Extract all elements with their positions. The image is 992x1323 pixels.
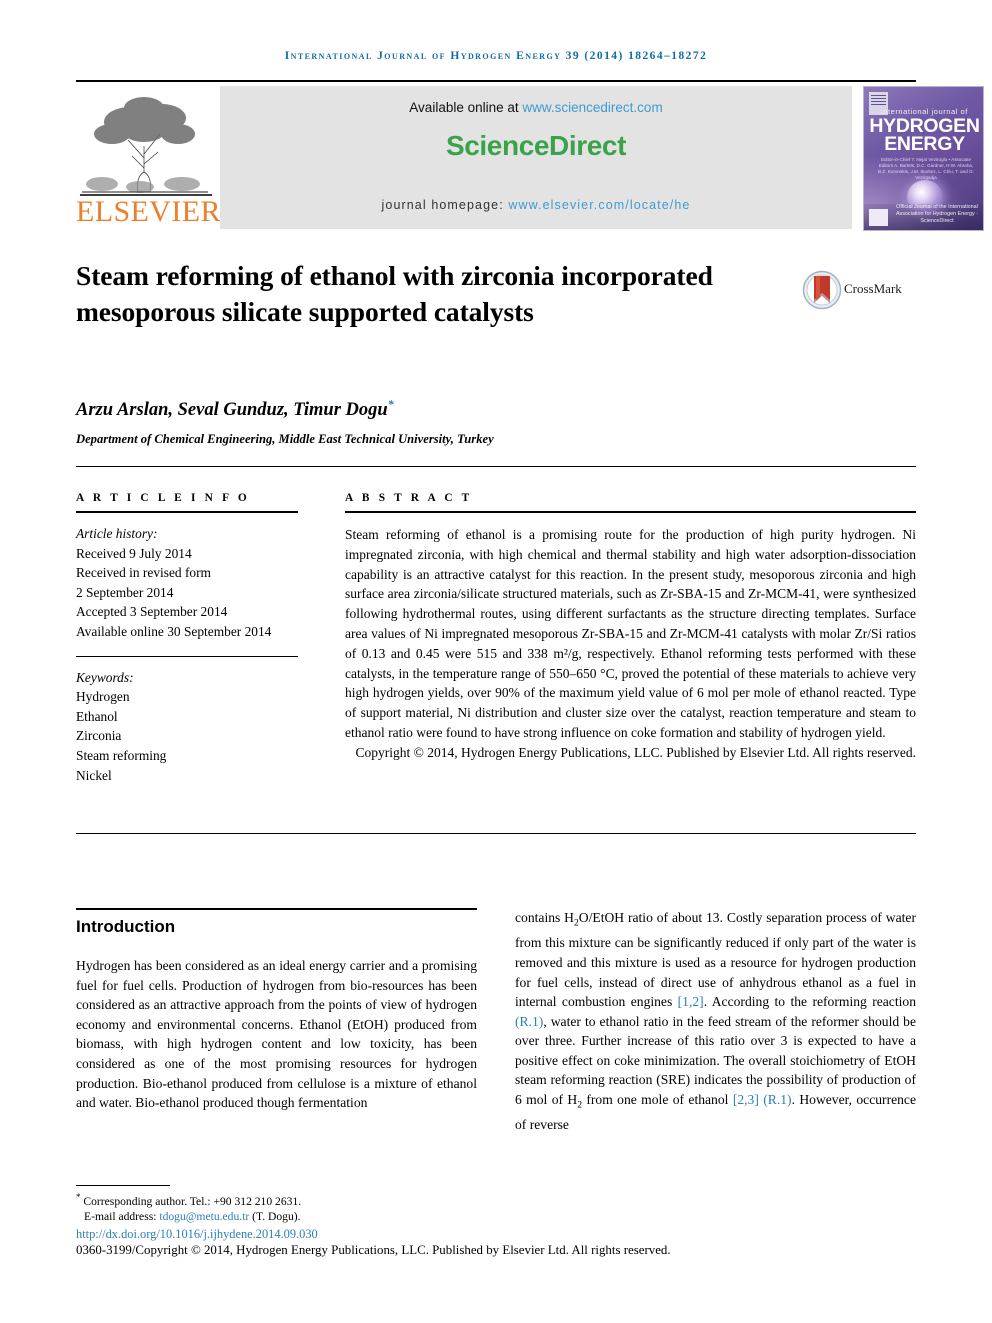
history-line: 2 September 2014 xyxy=(76,584,174,600)
doi-link[interactable]: http://dx.doi.org/10.1016/j.ijhydene.201… xyxy=(76,1227,318,1242)
keyword-item: Nickel xyxy=(76,767,112,783)
history-line: Received 9 July 2014 xyxy=(76,545,192,561)
intro-right-text-3: . According to the reforming reaction xyxy=(703,994,916,1010)
elsevier-wordmark: ELSEVIER xyxy=(76,195,221,228)
masthead: ELSEVIER Available online at www.science… xyxy=(76,86,984,233)
affiliation: Department of Chemical Engineering, Midd… xyxy=(76,432,494,446)
cover-title-line2: ENERGY xyxy=(884,133,965,155)
journal-cover-thumbnail[interactable]: international journal of HYDROGEN ENERGY… xyxy=(863,86,984,231)
author-list: Arzu Arslan, Seval Gunduz, Timur Dogu* xyxy=(76,397,776,421)
footnote-block: * Corresponding author. Tel.: +90 312 21… xyxy=(76,1190,776,1225)
intro-right-text-5: from one mole of ethanol xyxy=(582,1092,733,1108)
abstract-rule xyxy=(345,511,916,513)
cover-bottom-bar: Official Journal of the International As… xyxy=(864,204,983,230)
intro-right-column: contains H2O/EtOH ratio of about 13. Cos… xyxy=(515,908,916,1135)
keyword-item: Hydrogen xyxy=(76,689,130,705)
sciencedirect-banner: Available online at www.sciencedirect.co… xyxy=(220,86,852,229)
reaction-ref-link[interactable]: (R.1) xyxy=(515,1014,543,1029)
history-line: Available online 30 September 2014 xyxy=(76,623,272,639)
article-history-label: Article history: xyxy=(76,526,158,541)
author-names: Arzu Arslan, Seval Gunduz, Timur Dogu xyxy=(76,400,388,421)
abstract-section-rule xyxy=(76,833,916,834)
journal-homepage-label: journal homepage: xyxy=(381,198,509,212)
title-section-rule xyxy=(76,466,916,467)
article-info-rule xyxy=(76,511,298,513)
issn-copyright-line: 0360-3199/Copyright © 2014, Hydrogen Ene… xyxy=(76,1243,671,1257)
intro-left-column: Hydrogen has been considered as an ideal… xyxy=(76,958,477,1111)
journal-homepage-link[interactable]: www.elsevier.com/locate/he xyxy=(508,198,690,212)
sciencedirect-wordmark[interactable]: ScienceDirect xyxy=(220,130,852,162)
cover-editors: Editor-in-Chief T. Nejat Veziroglu • Ass… xyxy=(878,157,974,180)
crossmark-label: CrossMark xyxy=(844,281,902,296)
sciencedirect-url-link[interactable]: www.sciencedirect.com xyxy=(522,100,662,115)
elsevier-logo[interactable]: ELSEVIER xyxy=(76,86,221,233)
cover-iahe-icon xyxy=(869,209,888,226)
journal-homepage-line: journal homepage: www.elsevier.com/locat… xyxy=(220,198,852,212)
available-online-line: Available online at www.sciencedirect.co… xyxy=(220,100,852,115)
history-line: Accepted 3 September 2014 xyxy=(76,604,228,620)
abstract-heading: A B S T R A C T xyxy=(345,492,473,504)
keywords-rule xyxy=(76,655,298,657)
email-link[interactable]: tdogu@metu.edu.tr xyxy=(159,1210,249,1223)
crossmark-icon xyxy=(802,270,842,310)
keywords-block: Keywords: Hydrogen Ethanol Zirconia Stea… xyxy=(76,668,298,786)
abstract-copyright: Copyright © 2014, Hydrogen Energy Public… xyxy=(345,743,916,763)
abstract-text: Steam reforming of ethanol is a promisin… xyxy=(345,527,916,740)
intro-rule xyxy=(76,908,477,910)
header-rule xyxy=(76,80,916,82)
reaction-ref-link[interactable]: (R.1) xyxy=(763,1092,791,1107)
email-label: E-mail address: xyxy=(84,1210,160,1224)
paper-page: International Journal of Hydrogen Energy… xyxy=(0,0,992,1323)
citation-link[interactable]: [2,3] xyxy=(733,1092,759,1107)
section-heading-introduction: Introduction xyxy=(76,917,176,936)
page-title: Steam reforming of ethanol with zirconia… xyxy=(76,260,713,327)
corresponding-author-marker[interactable]: * xyxy=(388,397,394,411)
email-note: E-mail address: tdogu@metu.edu.tr (T. Do… xyxy=(76,1209,776,1224)
keyword-item: Steam reforming xyxy=(76,747,167,763)
article-info-column: A R T I C L E I N F O Article history: R… xyxy=(76,492,298,785)
article-history: Article history: Received 9 July 2014 Re… xyxy=(76,524,298,642)
history-line: Received in revised form xyxy=(76,565,211,581)
article-info-heading: A R T I C L E I N F O xyxy=(76,492,250,504)
abstract-copyright-text: Copyright © 2014, Hydrogen Energy Public… xyxy=(355,744,916,760)
email-suffix: (T. Dogu). xyxy=(249,1210,301,1224)
running-head: International Journal of Hydrogen Energy… xyxy=(284,50,708,62)
available-online-text: Available online at xyxy=(409,100,523,115)
footnote-rule xyxy=(76,1185,170,1186)
corresponding-author-note: * Corresponding author. Tel.: +90 312 21… xyxy=(76,1190,776,1209)
keyword-item: Ethanol xyxy=(76,708,118,724)
cover-bottom-note: Official Journal of the International As… xyxy=(895,204,979,224)
intro-right-text-1: contains H xyxy=(515,910,574,925)
elsevier-tree-icon xyxy=(82,97,208,193)
corresponding-author-text: Corresponding author. Tel.: +90 312 210 … xyxy=(83,1194,302,1208)
citation-link[interactable]: [1,2] xyxy=(678,994,704,1009)
abstract-column: A B S T R A C T Steam reforming of ethan… xyxy=(345,492,916,763)
keywords-label: Keywords: xyxy=(76,669,134,685)
crossmark-badge[interactable]: CrossMark xyxy=(802,270,914,312)
keyword-item: Zirconia xyxy=(76,728,122,744)
footnote-star-marker: * xyxy=(76,1192,81,1202)
